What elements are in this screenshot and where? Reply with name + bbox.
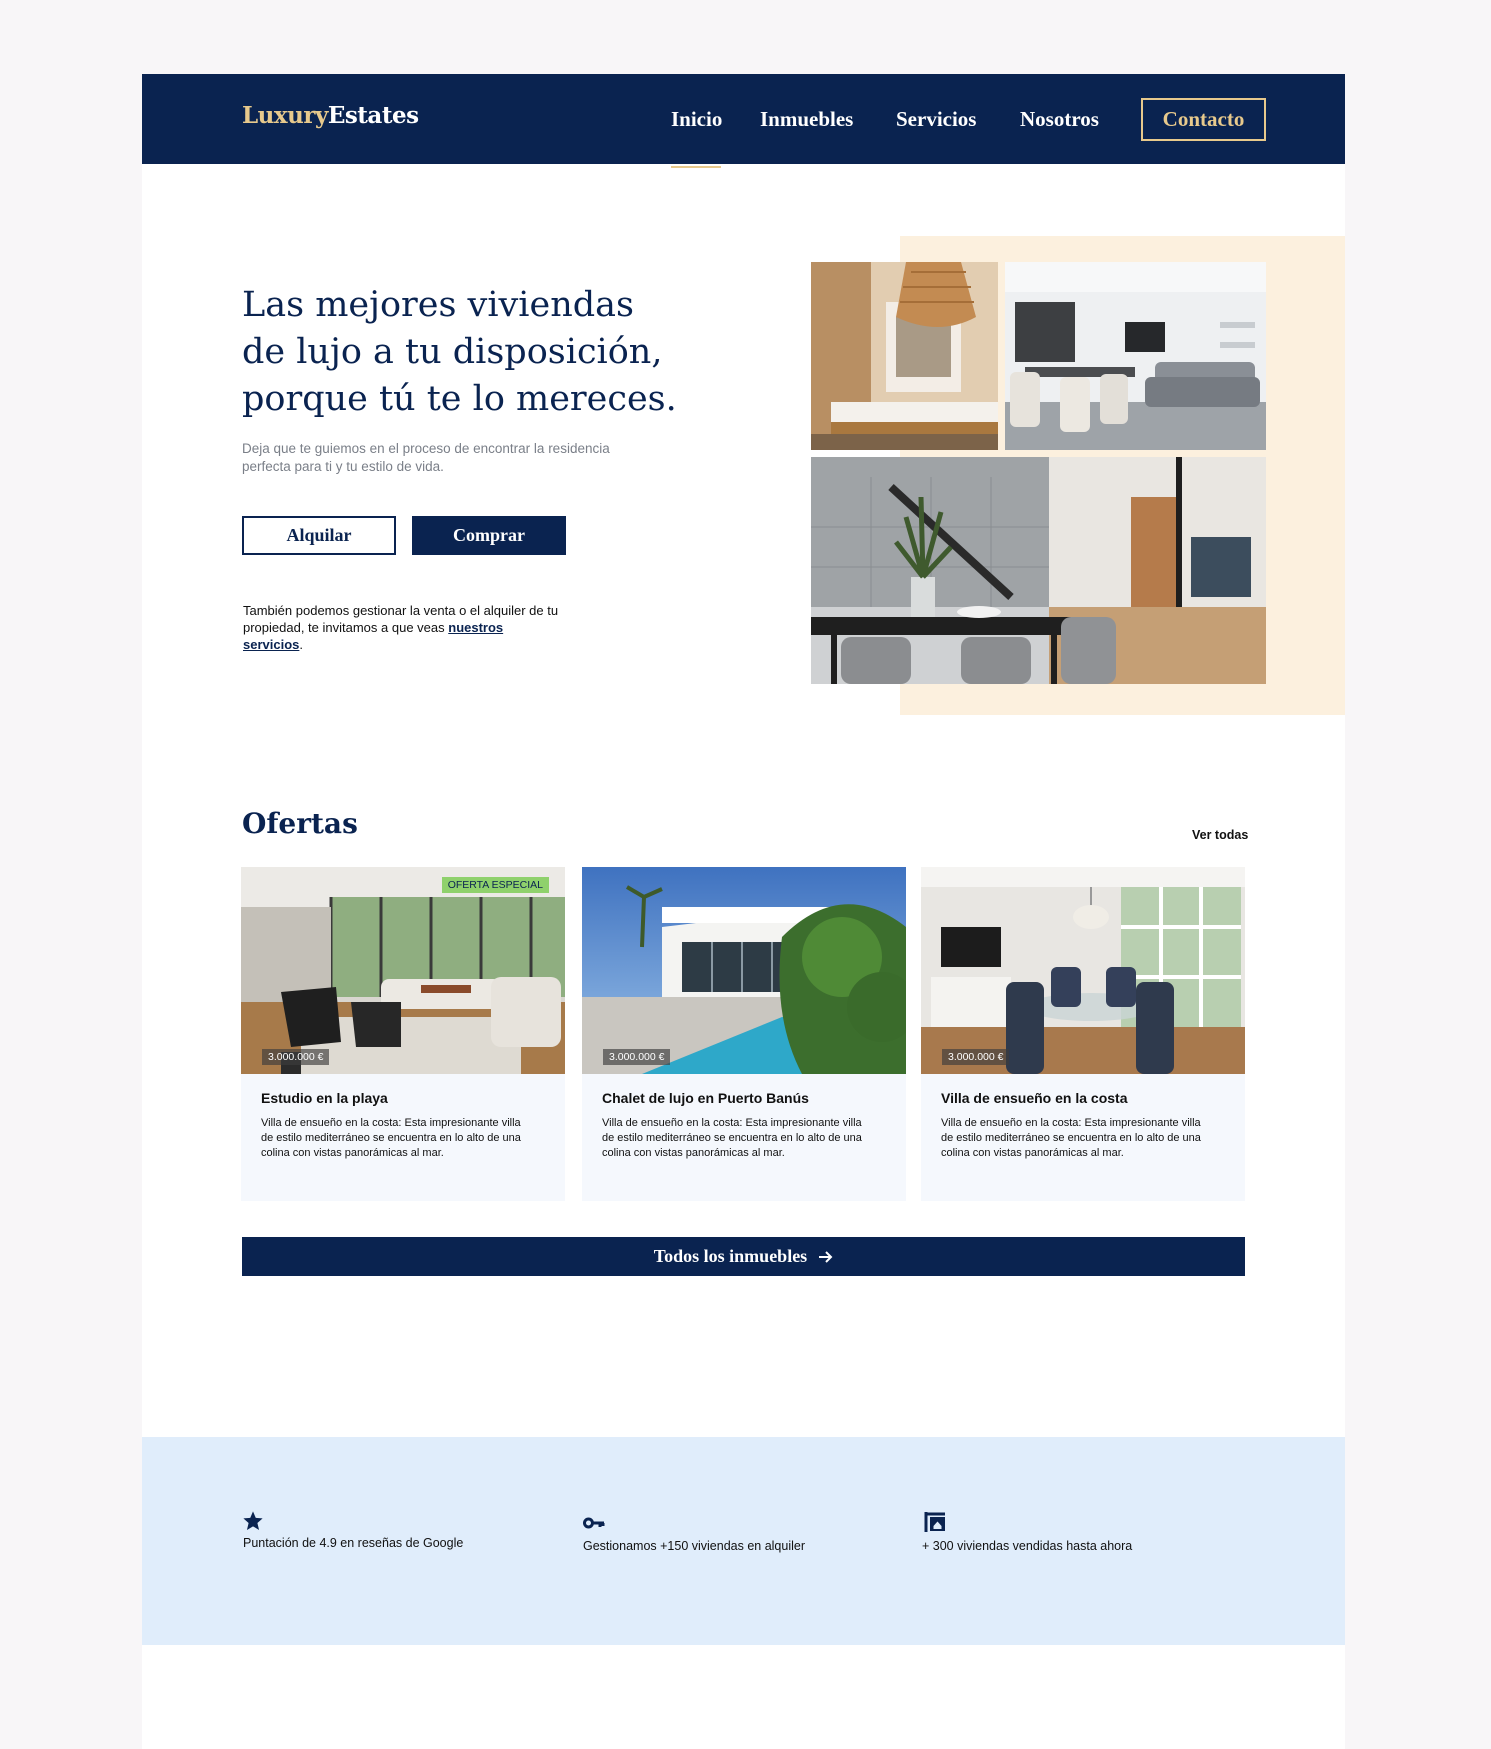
stats-band: Puntación de 4.9 en reseñas de Google Ge… bbox=[142, 1437, 1345, 1645]
hero-photo-dining-stairs bbox=[811, 457, 1266, 684]
buy-button[interactable]: Comprar bbox=[412, 516, 566, 555]
nav-item-servicios[interactable]: Servicios bbox=[896, 107, 976, 132]
property-description: Villa de ensueño en la costa: Esta impre… bbox=[261, 1117, 521, 1159]
property-photo-2: 3.000.000 € bbox=[582, 867, 906, 1074]
services-note: También podemos gestionar la venta o el … bbox=[243, 602, 563, 653]
nav-item-nosotros[interactable]: Nosotros bbox=[1020, 107, 1099, 132]
arrow-right-icon bbox=[819, 1250, 833, 1263]
brand-logo-part1: Luxury bbox=[242, 102, 328, 129]
see-all-link[interactable]: Ver todas bbox=[1192, 828, 1248, 842]
property-card-3[interactable]: 3.000.000 € Villa de ensueño en la costa… bbox=[921, 867, 1245, 1201]
landing-page: LuxuryEstates Inicio Inmuebles Servicios… bbox=[142, 74, 1345, 1749]
services-note-end: . bbox=[299, 637, 303, 652]
star-icon bbox=[243, 1511, 263, 1530]
property-description: Villa de ensueño en la costa: Esta impre… bbox=[941, 1117, 1201, 1159]
active-nav-indicator bbox=[671, 166, 721, 168]
property-card-1[interactable]: OFERTA ESPECIAL 3.000.000 € Estudio en l… bbox=[241, 867, 565, 1201]
stat-homes-sold: + 300 viviendas vendidas hasta ahora bbox=[922, 1539, 1133, 1553]
special-offer-badge: OFERTA ESPECIAL bbox=[441, 877, 549, 893]
hero-subtitle: Deja que te guiemos en el proceso de enc… bbox=[242, 441, 610, 474]
property-photo-3: 3.000.000 € bbox=[921, 867, 1245, 1074]
services-note-text: También podemos gestionar la venta o el … bbox=[243, 603, 559, 635]
all-properties-label: Todos los inmuebles bbox=[653, 1246, 808, 1266]
property-title: Estudio en la playa bbox=[261, 1090, 388, 1106]
nav-item-inmuebles[interactable]: Inmuebles bbox=[760, 107, 853, 132]
hero-photo-living-room bbox=[1005, 262, 1266, 450]
rent-button[interactable]: Alquilar bbox=[242, 516, 396, 555]
price-tag: 3.000.000 € bbox=[603, 1049, 671, 1065]
hero-photo-kitchen bbox=[811, 262, 998, 450]
property-title: Chalet de lujo en Puerto Banús bbox=[602, 1090, 809, 1106]
property-card-2[interactable]: 3.000.000 € Chalet de lujo en Puerto Ban… bbox=[582, 867, 906, 1201]
contact-button[interactable]: Contacto bbox=[1141, 98, 1266, 141]
price-tag: 3.000.000 € bbox=[942, 1049, 1010, 1065]
property-description: Villa de ensueño en la costa: Esta impre… bbox=[602, 1117, 862, 1159]
brand-logo[interactable]: LuxuryEstates bbox=[242, 102, 419, 129]
price-tag: 3.000.000 € bbox=[262, 1049, 330, 1065]
brand-logo-part2: Estates bbox=[327, 102, 419, 129]
stat-google-rating: Puntación de 4.9 en reseñas de Google bbox=[243, 1536, 464, 1550]
top-navbar: LuxuryEstates Inicio Inmuebles Servicios… bbox=[142, 74, 1345, 164]
sale-sign-icon bbox=[924, 1512, 945, 1532]
offers-title: Ofertas bbox=[242, 807, 358, 840]
nav-item-inicio[interactable]: Inicio bbox=[671, 107, 722, 132]
stat-rentals-managed: Gestionamos +150 viviendas en alquiler bbox=[583, 1539, 806, 1553]
all-properties-button[interactable]: Todos los inmuebles bbox=[242, 1237, 1245, 1276]
key-icon bbox=[583, 1517, 605, 1529]
property-title: Villa de ensueño en la costa bbox=[941, 1090, 1128, 1106]
hero-title: Las mejores viviendas de lujo a tu dispo… bbox=[242, 285, 677, 419]
property-photo-1: OFERTA ESPECIAL 3.000.000 € bbox=[241, 867, 565, 1074]
